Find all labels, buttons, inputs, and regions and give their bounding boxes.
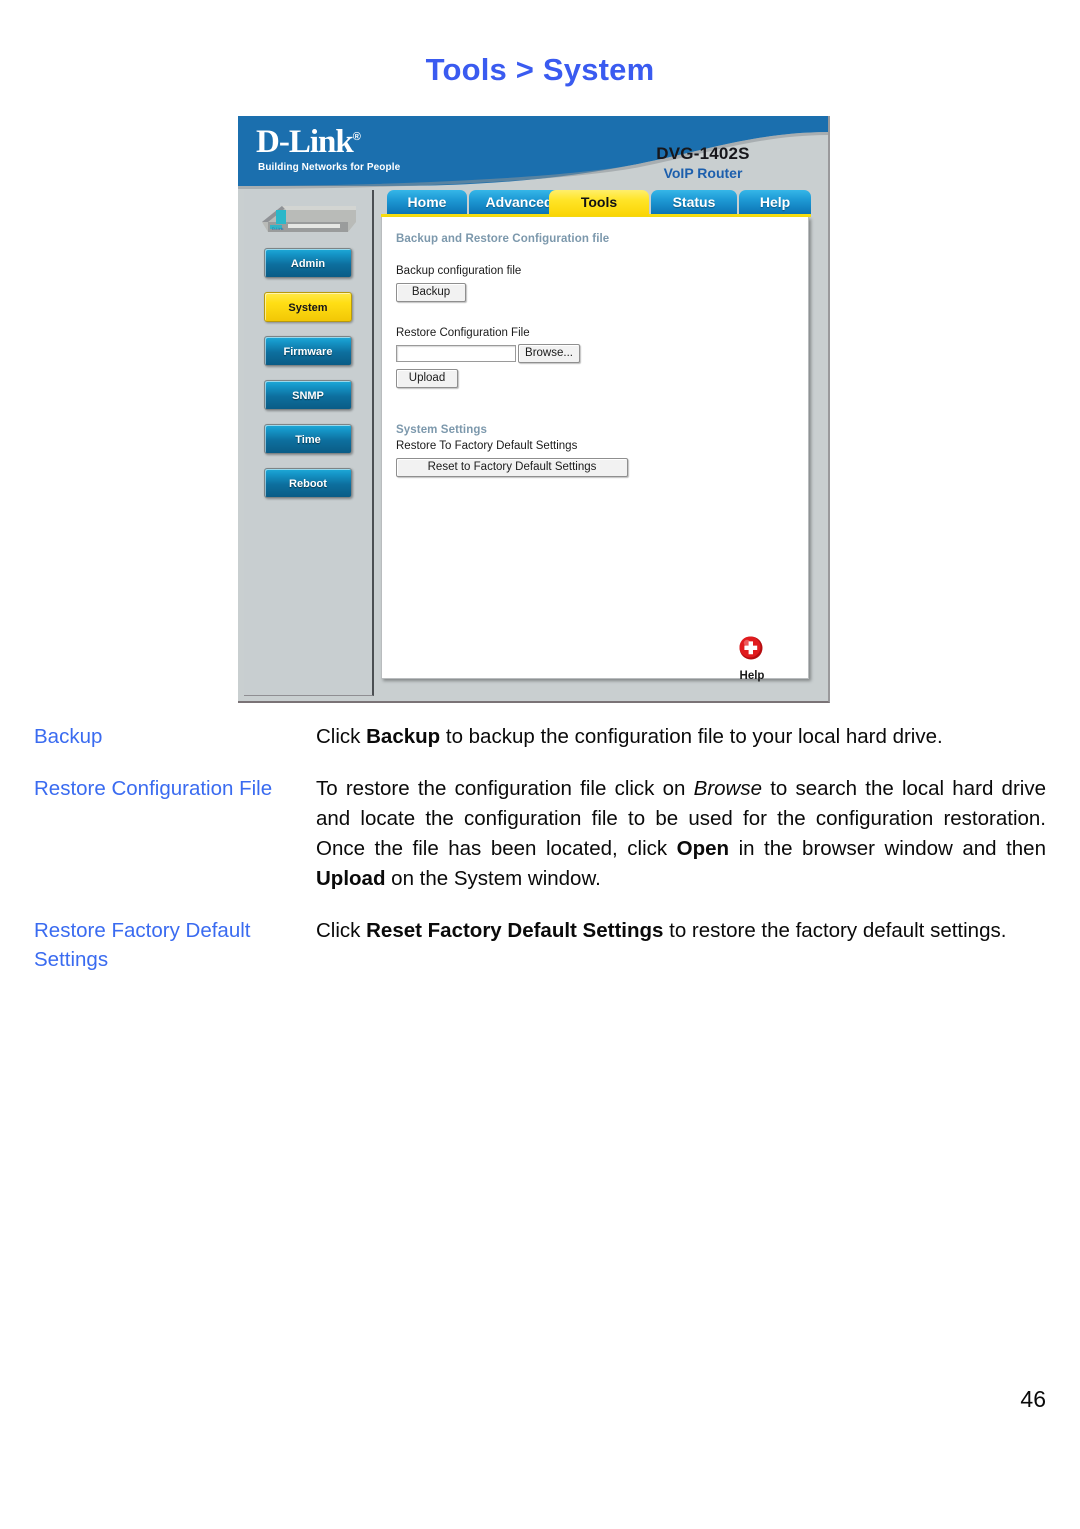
description-list: Backup Click Backup to backup the config… xyxy=(34,722,1046,996)
sidebar-item-snmp[interactable]: SNMP xyxy=(264,380,352,410)
upload-button[interactable]: Upload xyxy=(396,369,458,388)
description-term: Restore Configuration File xyxy=(34,777,273,800)
description-definition: To restore the configuration file click … xyxy=(316,777,1046,890)
restore-to-factory-default-label: Restore To Factory Default Settings xyxy=(396,440,578,452)
model-name: DVG-1402S xyxy=(656,144,750,163)
help-label: Help xyxy=(739,670,765,682)
tab-help[interactable]: Help xyxy=(739,190,811,214)
dlink-tagline: Building Networks for People xyxy=(258,162,401,173)
description-row-backup: Backup Click Backup to backup the config… xyxy=(34,722,1046,752)
model-subtitle: VoIP Router xyxy=(663,165,743,181)
description-term: Restore Factory Default Settings xyxy=(34,919,251,971)
sidebar-item-label: System xyxy=(288,302,328,314)
ui-pane-body: Backup and Restore Configuration file Ba… xyxy=(381,217,809,682)
tab-status[interactable]: Status xyxy=(651,190,737,214)
ui-left-panel: D-Link Admin System Firmware SNMP Time R… xyxy=(244,190,374,696)
svg-text:D-Link: D-Link xyxy=(272,226,284,231)
registered-mark: ® xyxy=(352,131,361,143)
sidebar-item-admin[interactable]: Admin xyxy=(264,248,352,278)
sidebar-item-time[interactable]: Time xyxy=(264,424,352,454)
page-number: 46 xyxy=(1020,1386,1046,1412)
sidebar-item-reboot[interactable]: Reboot xyxy=(264,468,352,498)
sidebar-item-label: SNMP xyxy=(292,390,324,402)
ui-header-banner: D-Link® Building Networks for People DVG… xyxy=(238,116,828,190)
restore-configuration-file-input[interactable] xyxy=(396,345,516,362)
sidebar-item-label: Firmware xyxy=(283,346,333,358)
description-row-restore-configuration-file: Restore Configuration File To restore th… xyxy=(34,774,1046,894)
reset-to-factory-default-settings-button[interactable]: Reset to Factory Default Settings xyxy=(396,458,628,477)
help-plus-icon xyxy=(739,636,763,660)
tab-tools[interactable]: Tools xyxy=(549,190,649,216)
tab-label: Status xyxy=(672,194,716,210)
description-row-restore-factory-default-settings: Restore Factory Default Settings Click R… xyxy=(34,916,1046,974)
help-block[interactable]: Help xyxy=(722,635,782,682)
restore-configuration-file-label: Restore Configuration File xyxy=(396,327,530,339)
section-heading-backup-restore: Backup and Restore Configuration file xyxy=(396,233,610,245)
description-term: Backup xyxy=(34,725,103,748)
dlink-logo: D-Link® xyxy=(256,124,361,160)
backup-configuration-file-label: Backup configuration file xyxy=(396,265,522,277)
section-heading-system-settings: System Settings xyxy=(396,424,487,436)
sidebar-item-firmware[interactable]: Firmware xyxy=(264,336,352,366)
tab-label: Advanced xyxy=(485,194,553,210)
sidebar-item-label: Time xyxy=(295,434,321,446)
sidebar-item-system[interactable]: System xyxy=(264,292,352,322)
tab-label: Home xyxy=(407,194,447,210)
ui-tabbar: Home Advanced Tools Status Help xyxy=(381,190,811,217)
sidebar-item-label: Admin xyxy=(290,258,326,270)
router-device-image: D-Link xyxy=(262,206,356,232)
tab-home[interactable]: Home xyxy=(387,190,467,214)
tab-label: Tools xyxy=(580,194,618,210)
ui-content-pane: Home Advanced Tools Status Help Backup a… xyxy=(381,190,811,695)
backup-button[interactable]: Backup xyxy=(396,283,466,302)
router-web-ui-screenshot: D-Link® Building Networks for People DVG… xyxy=(238,116,830,703)
description-definition: Click Reset Factory Default Settings to … xyxy=(316,919,1007,942)
sidebar-item-label: Reboot xyxy=(289,478,327,490)
page-title: Tools > System xyxy=(425,52,655,87)
browse-button[interactable]: Browse... xyxy=(518,344,580,363)
description-definition: Click Backup to backup the configuration… xyxy=(316,725,943,748)
tab-label: Help xyxy=(759,194,791,210)
